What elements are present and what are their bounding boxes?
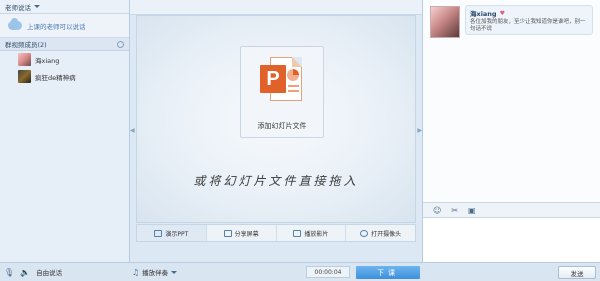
member-item[interactable]: 疯狂de精神病 bbox=[0, 68, 129, 85]
settings-icon[interactable] bbox=[117, 40, 124, 48]
tab-label: 分享屏幕 bbox=[234, 230, 259, 238]
avatar bbox=[18, 70, 31, 83]
ppt-icon bbox=[154, 229, 163, 237]
music-selector[interactable]: ♫ 播放伴奏 bbox=[132, 267, 178, 277]
chat-history: 海xiang ♥ 各位加我的朋友，至少让我知道你是谁吧，别一句话不说 bbox=[423, 0, 600, 202]
class-timer: 00:00:04 bbox=[306, 266, 350, 278]
cloud-icon bbox=[8, 18, 22, 30]
tab-share-screen[interactable]: 分享屏幕 bbox=[207, 225, 277, 241]
tab-label: 打开摄像头 bbox=[371, 230, 402, 238]
add-slides-button[interactable]: P 添加幻灯片文件 bbox=[240, 46, 324, 138]
speaker-icon[interactable]: 🔈 bbox=[20, 268, 30, 277]
microphone-icon[interactable]: 🎙 bbox=[4, 268, 14, 277]
add-slides-label: 添加幻灯片文件 bbox=[257, 122, 307, 130]
chevron-down-icon bbox=[34, 5, 40, 8]
presentation-area: ◀ P 添加幻灯片文件 或将幻灯片文件直接拖入 ▶ 演示PPT 分享屏幕 播放影… bbox=[130, 15, 422, 242]
music-label: 播放伴奏 bbox=[142, 269, 169, 277]
music-note-icon: ♫ bbox=[132, 267, 140, 277]
avatar bbox=[18, 53, 31, 66]
chat-panel: 海xiang ♥ 各位加我的朋友，至少让我知道你是谁吧，别一句话不说 ☺ ✂ ▣ bbox=[422, 0, 600, 262]
bottom-bar: 🎙 🔈 自由说话 ♫ 播放伴奏 bbox=[0, 262, 600, 281]
heart-icon: ♥ bbox=[499, 9, 505, 17]
member-name: 疯狂de精神病 bbox=[35, 73, 76, 82]
camera-icon bbox=[360, 229, 369, 237]
stage-top-strip bbox=[130, 0, 422, 15]
powerpoint-file-icon: P bbox=[260, 57, 304, 109]
free-talk-label[interactable]: 自由说话 bbox=[36, 267, 62, 277]
member-name: 海xiang bbox=[35, 56, 60, 65]
message-input[interactable] bbox=[423, 218, 600, 262]
avatar bbox=[430, 6, 460, 38]
members-header: 群视频成员(2) bbox=[0, 38, 129, 51]
tab-label: 演示PPT bbox=[165, 230, 189, 238]
send-button[interactable]: 发送 bbox=[558, 266, 596, 279]
mode-tabs: 演示PPT 分享屏幕 播放影片 打开摄像头 bbox=[136, 224, 416, 242]
role-selector-label: 老师说话 bbox=[5, 3, 31, 12]
chevron-left-icon[interactable]: ◀ bbox=[130, 127, 135, 134]
members-header-label: 群视频成员(2) bbox=[5, 41, 47, 49]
emoji-icon[interactable]: ☺ bbox=[433, 206, 441, 215]
chevron-down-icon bbox=[171, 270, 178, 274]
image-icon[interactable]: ▣ bbox=[468, 206, 476, 215]
tab-open-camera[interactable]: 打开摄像头 bbox=[346, 225, 415, 241]
member-item[interactable]: 海xiang bbox=[0, 51, 129, 68]
speak-prompt-label: 上课的老师可以说话 bbox=[27, 22, 86, 31]
end-class-button[interactable]: 下课 bbox=[356, 266, 420, 279]
slide-stage[interactable]: P 添加幻灯片文件 或将幻灯片文件直接拖入 bbox=[136, 15, 416, 223]
scissors-icon[interactable]: ✂ bbox=[451, 206, 458, 215]
role-selector[interactable]: 老师说话 bbox=[0, 0, 129, 14]
chat-toolbar: ☺ ✂ ▣ bbox=[423, 202, 600, 218]
screen-icon bbox=[223, 229, 232, 237]
tab-present-ppt[interactable]: 演示PPT bbox=[137, 225, 207, 241]
drag-hint: 或将幻灯片文件直接拖入 bbox=[193, 174, 359, 188]
tab-play-movie[interactable]: 播放影片 bbox=[277, 225, 347, 241]
left-panel: 老师说话 上课的老师可以说话 群视频成员(2) 海xiang 疯狂de精神病 bbox=[0, 0, 130, 262]
chat-message: 海xiang ♥ 各位加我的朋友，至少让我知道你是谁吧，别一句话不说 bbox=[465, 5, 593, 35]
speak-prompt[interactable]: 上课的老师可以说话 bbox=[0, 14, 129, 38]
tab-label: 播放影片 bbox=[304, 230, 329, 238]
sender-name: 海xiang bbox=[470, 10, 497, 18]
film-icon bbox=[293, 229, 302, 237]
message-text: 各位加我的朋友，至少让我知道你是谁吧，别一句话不说 bbox=[470, 19, 586, 32]
